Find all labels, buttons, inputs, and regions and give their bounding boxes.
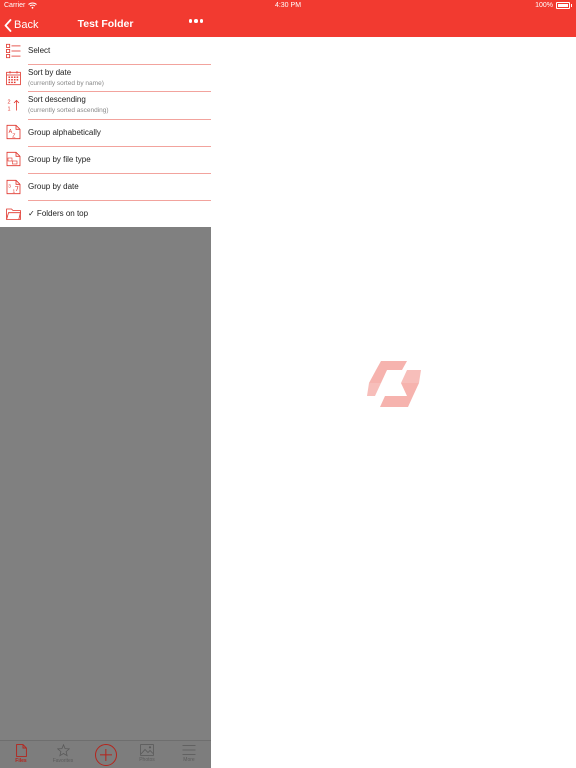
menu-item-group-by-date[interactable]: 3 1 Group by date [0,172,211,200]
tab-files[interactable]: Files [0,741,42,768]
star-icon [56,744,70,757]
app-logo-icon [367,361,421,407]
tab-favorites[interactable]: Favorites [42,741,84,768]
chevron-left-icon [4,18,12,32]
carrier-label: Carrier [4,2,26,9]
alphabet-doc-icon: A Z [6,125,21,139]
menu-item-label: Sort descending [28,95,86,105]
menu-item-subtitle: (currently sorted ascending) [28,107,109,115]
checklist-icon [6,43,21,58]
menu-item-select[interactable]: Select [0,37,211,64]
menu-item-group-by-file-type[interactable]: Group by file type [0,145,211,173]
detail-pane [211,12,576,768]
tab-label: Photos [139,757,155,763]
more-options-button[interactable] [188,19,203,23]
navigation-bar: Back Test Folder [0,12,211,37]
ellipsis-dot [199,19,203,23]
tab-label: Favorites [52,758,74,764]
menu-item-label: Select [28,46,51,56]
svg-text:2: 2 [8,99,11,105]
tab-photos[interactable]: Photos [126,741,168,768]
tab-bar: Files Favorites Photos More [0,740,211,768]
folder-icon [6,208,21,220]
svg-text:3: 3 [8,183,11,189]
svg-text:1: 1 [8,106,11,112]
menu-lines-icon [182,745,196,755]
detail-header [211,12,576,37]
photo-icon [140,744,154,756]
back-label: Back [14,19,39,31]
menu-item-label: ✓ Folders on top [28,209,89,219]
menu-item-folders-on-top[interactable]: ✓ Folders on top [0,200,211,227]
status-bar: Carrier 4:30 PM 100% [0,0,576,12]
menu-item-sort-by-date[interactable]: Sort by date (currently sorted by name) [0,64,211,91]
file-browser-panel: Back Test Folder Select Sort by date (cu… [0,12,211,768]
app-root: Carrier 4:30 PM 100% Back Test Folder Se… [0,0,576,768]
sort-order-icon: 2 1 [8,99,20,112]
menu-item-group-alphabetically[interactable]: A Z Group alphabetically [0,118,211,146]
status-time: 4:30 PM [274,2,302,9]
sort-options-menu: Select Sort by date (currently sorted by… [0,37,211,228]
calendar-icon [6,70,21,85]
back-button[interactable]: Back [4,17,38,33]
menu-item-label: Group alphabetically [28,127,101,137]
battery-icon [556,2,570,9]
menu-item-label: Sort by date [28,68,72,78]
ellipsis-dot [194,19,198,23]
ellipsis-icon [188,19,192,23]
tab-more[interactable]: More [168,741,210,768]
battery-indicator: 100% [535,2,572,9]
add-button[interactable] [95,744,117,766]
carrier-indicator: Carrier [4,2,38,9]
wifi-icon [28,2,38,9]
date-doc-icon: 3 1 [6,179,21,194]
menu-item-label: Group by date [28,182,79,192]
tab-label: Files [15,758,27,764]
file-type-doc-icon [6,152,21,167]
menu-item-label: Group by file type [28,154,91,164]
file-icon [15,744,27,757]
svg-text:1: 1 [13,188,16,194]
menu-item-subtitle: (currently sorted by name) [28,80,104,88]
tab-label: More [183,757,195,763]
battery-percent: 100% [535,2,553,9]
battery-tip [571,4,572,7]
svg-text:Z: Z [12,133,15,139]
menu-item-sort-descending[interactable]: 2 1 Sort descending (currently sorted as… [0,91,211,118]
